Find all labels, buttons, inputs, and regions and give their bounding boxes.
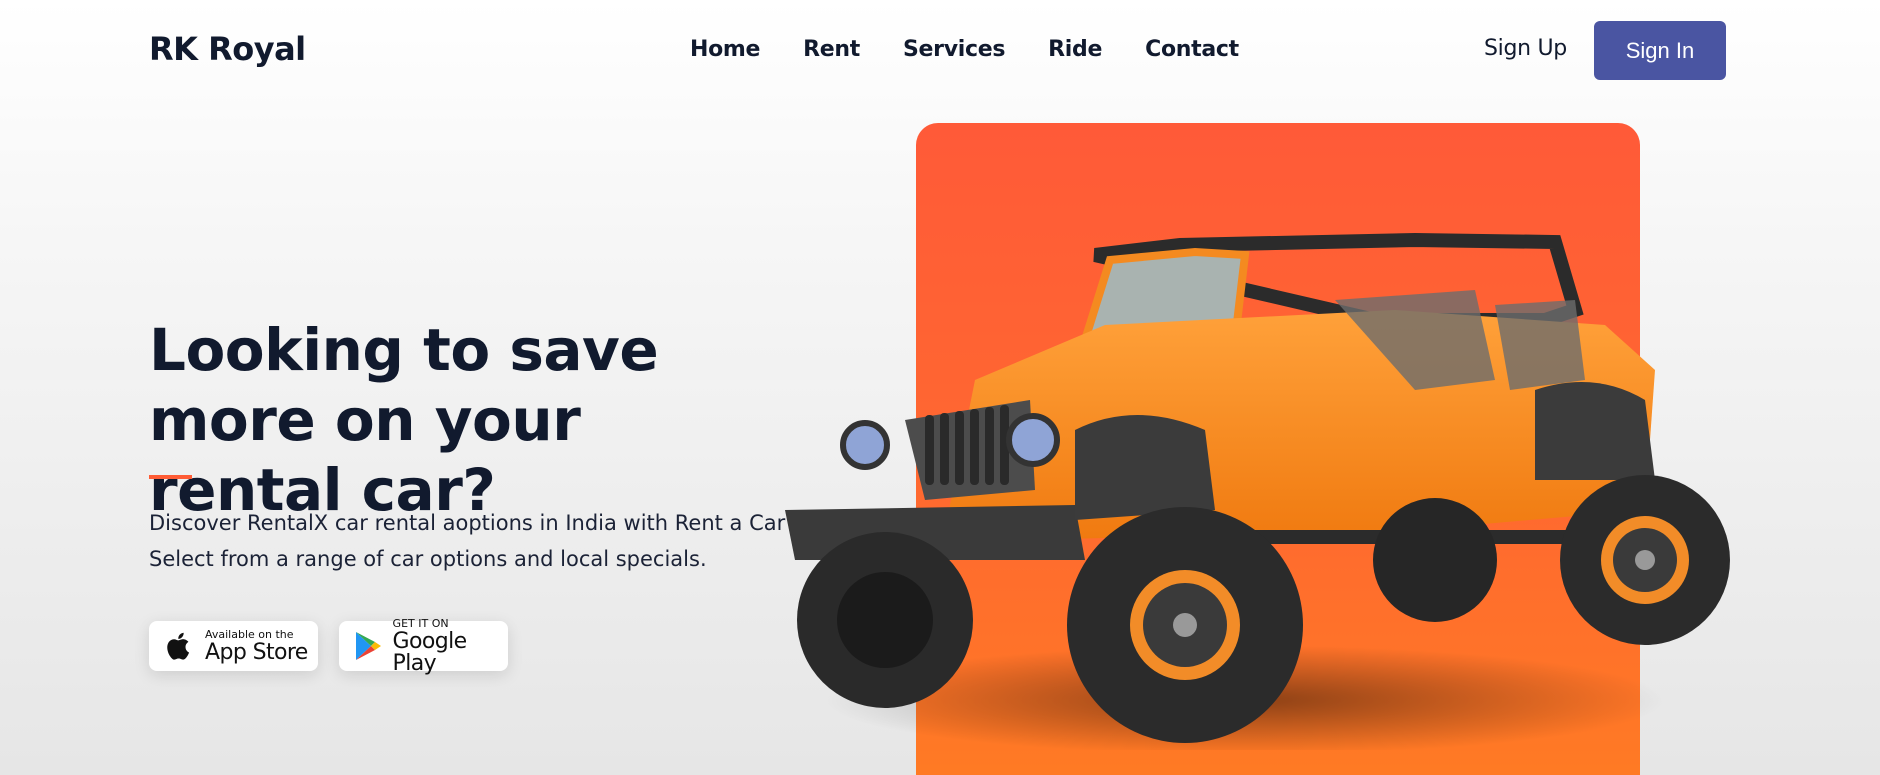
nav-rent[interactable]: Rent xyxy=(803,37,860,62)
google-play-small-text: GET IT ON xyxy=(392,616,449,630)
google-play-button[interactable]: GET IT ON Google Play xyxy=(339,616,508,674)
heading-accent-bar xyxy=(149,475,192,479)
nav-services[interactable]: Services xyxy=(903,37,1005,62)
brand-logo[interactable]: RK Royal xyxy=(149,30,306,68)
google-play-label: Google Play xyxy=(392,628,468,676)
app-store-button[interactable]: Available on the App Store xyxy=(149,621,318,671)
jeep-car-image xyxy=(785,232,1730,750)
app-store-small-text: Available on the xyxy=(205,627,294,641)
main-nav: Home Rent Services Ride Contact xyxy=(690,37,1239,62)
nav-home[interactable]: Home xyxy=(690,37,760,62)
hero-heading: Looking to save more on your rental car? xyxy=(149,316,659,524)
nav-contact[interactable]: Contact xyxy=(1145,37,1239,62)
sign-up-link[interactable]: Sign Up xyxy=(1484,36,1567,61)
sign-in-button[interactable]: Sign In xyxy=(1594,21,1726,80)
description-line-1: Discover RentalX car rental aoptions in … xyxy=(149,511,786,535)
google-play-icon xyxy=(351,628,385,664)
app-store-label: App Store xyxy=(205,639,308,665)
nav-ride[interactable]: Ride xyxy=(1048,37,1102,62)
hero-description: Discover RentalX car rental aoptions in … xyxy=(149,505,789,577)
apple-icon xyxy=(161,628,197,664)
description-line-2: Select from a range of car options and l… xyxy=(149,547,707,571)
